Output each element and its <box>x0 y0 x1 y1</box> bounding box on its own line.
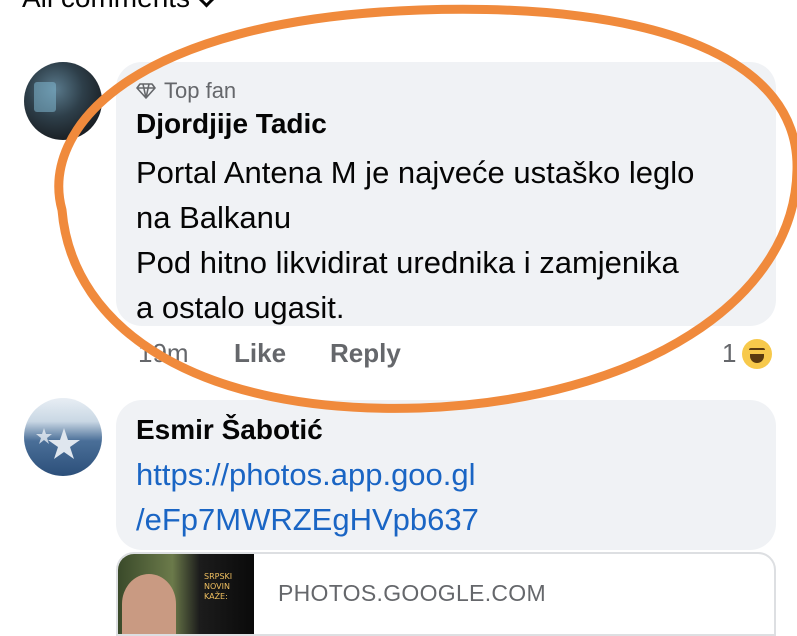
avatar[interactable] <box>24 62 102 140</box>
avatar[interactable] <box>24 398 102 476</box>
comment-text: Portal Antena M je najveće ustaško leglo… <box>136 150 766 330</box>
comment-actions: 19m Like Reply <box>138 338 401 369</box>
link-preview-thumbnail: SRPSKI NOVIN KAŽE: <box>118 554 254 634</box>
like-button[interactable]: Like <box>234 338 330 369</box>
link-line[interactable]: https://photos.app.goo.gl <box>136 452 479 497</box>
reaction-count: 1 <box>722 338 737 368</box>
comment-line: Pod hitno likvidirat urednika i zamjenik… <box>136 245 679 280</box>
comment-line: a ostalo ugasit. <box>136 290 345 325</box>
link-preview-domain: PHOTOS.GOOGLE.COM <box>278 580 546 606</box>
link-preview-card[interactable]: SRPSKI NOVIN KAŽE: PHOTOS.GOOGLE.COM <box>116 552 776 636</box>
badge-label: Top fan <box>164 78 237 103</box>
all-comments-filter[interactable]: All comments <box>22 0 219 14</box>
comment-author[interactable]: Djordjije Tadic <box>136 108 327 140</box>
comment-link[interactable]: https://photos.app.goo.gl /eFp7MWRZEgHVp… <box>136 452 479 542</box>
reaction-summary[interactable]: 1 <box>722 338 773 369</box>
diamond-icon <box>136 83 156 99</box>
top-fan-badge: Top fan <box>136 78 236 104</box>
thumbnail-caption: SRPSKI NOVIN KAŽE: <box>204 572 233 601</box>
link-line[interactable]: /eFp7MWRZEgHVpb637 <box>136 497 479 542</box>
comment-timestamp[interactable]: 19m <box>138 338 234 369</box>
chevron-down-icon <box>194 0 219 8</box>
star-icon <box>36 428 80 459</box>
comment-line: Portal Antena M je najveće ustaško leglo <box>136 155 695 190</box>
haha-emoji-icon <box>742 338 773 369</box>
reply-button[interactable]: Reply <box>330 338 401 369</box>
all-comments-label: All comments <box>22 0 190 14</box>
comment-author[interactable]: Esmir Šabotić <box>136 414 323 446</box>
comment-line: na Balkanu <box>136 200 292 235</box>
